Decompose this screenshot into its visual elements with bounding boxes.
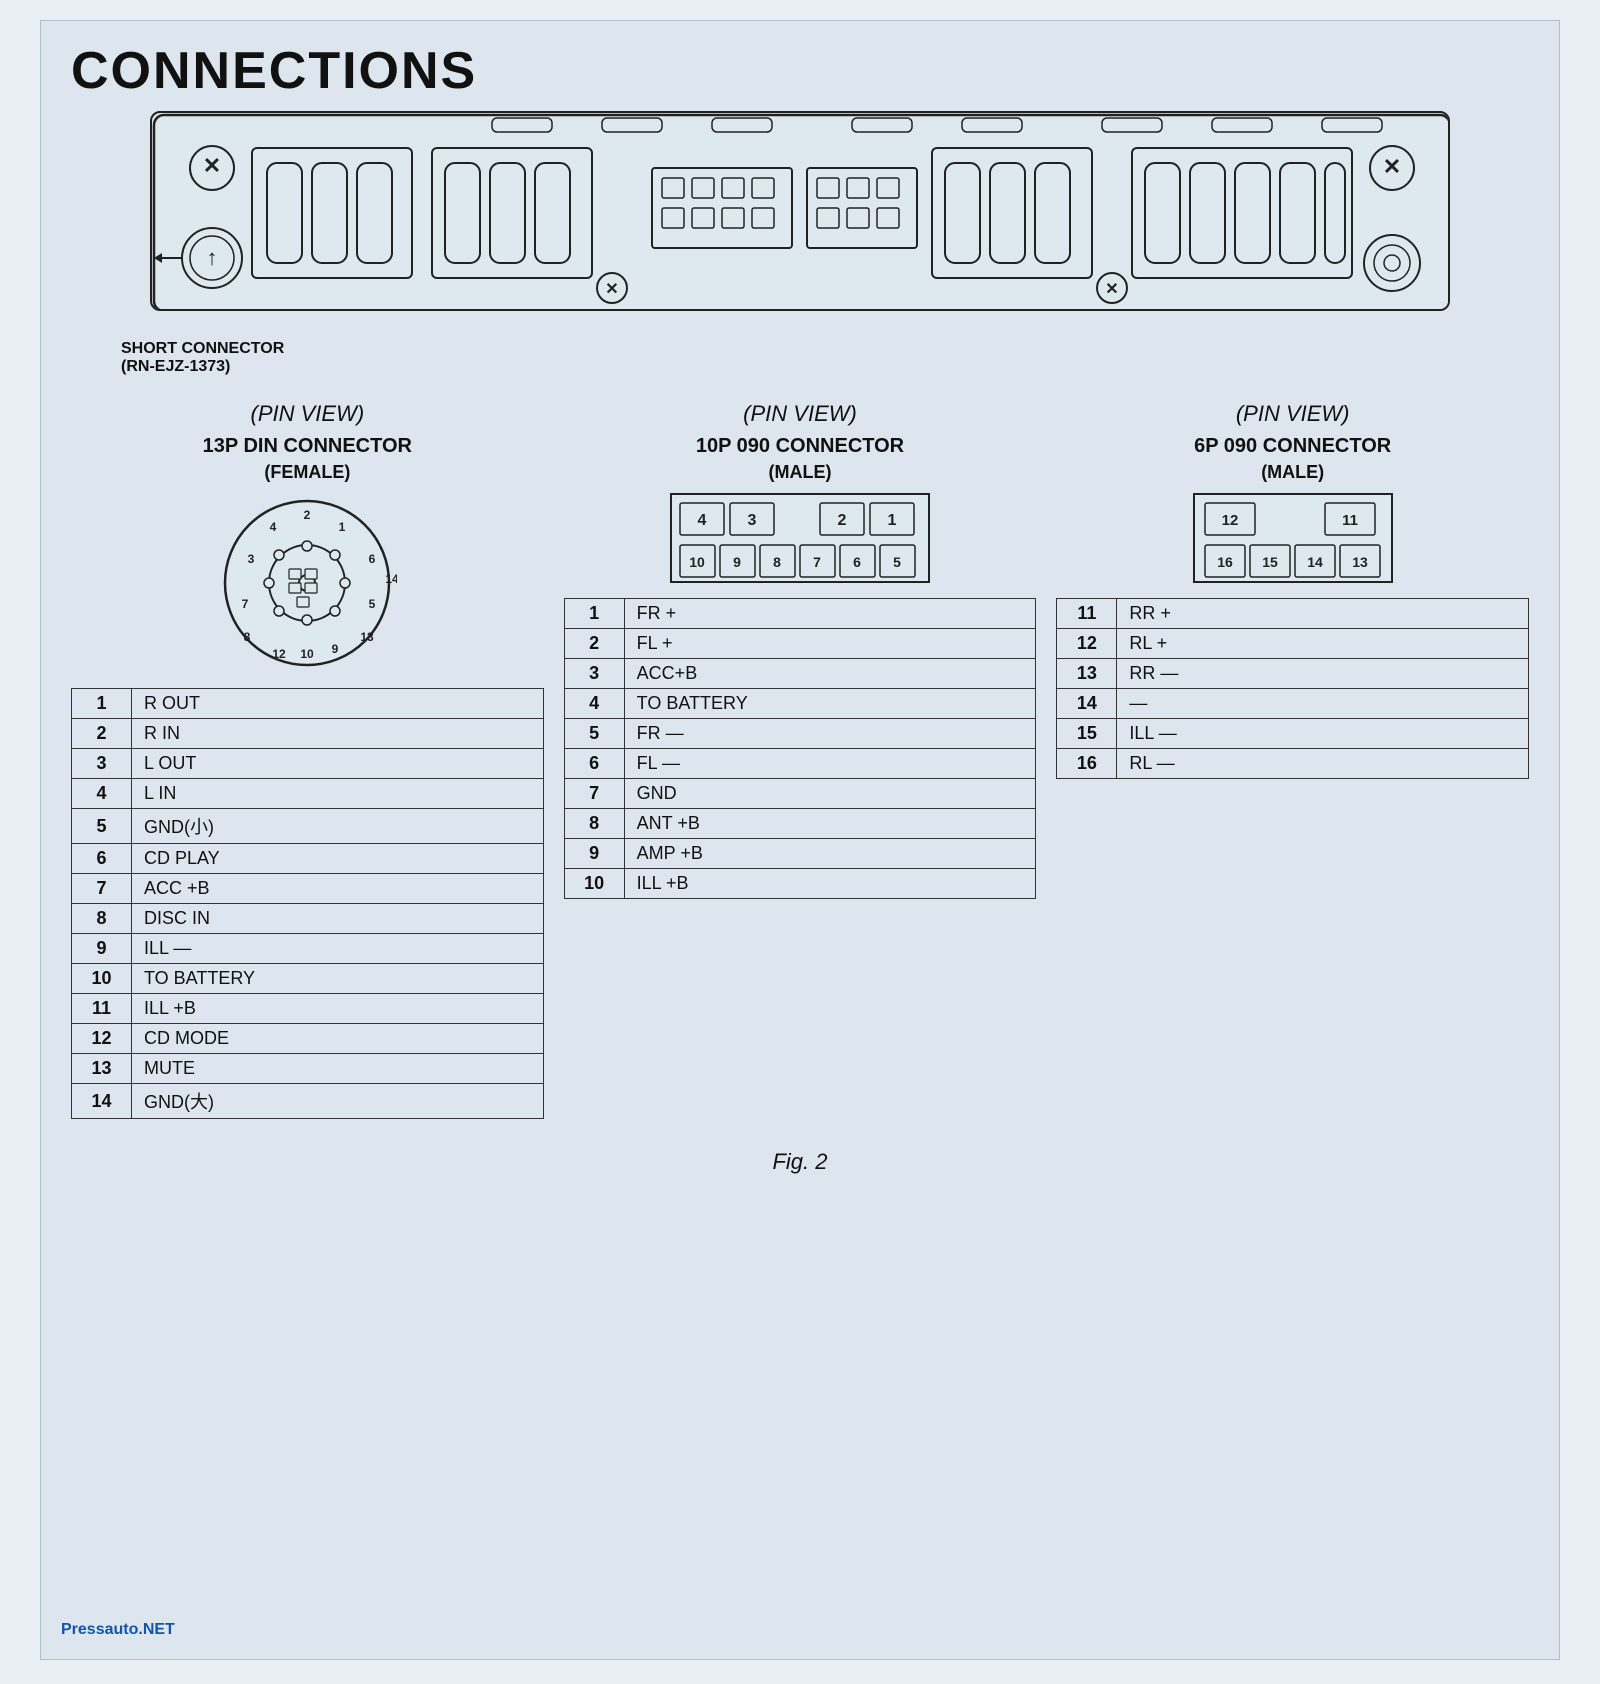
svg-text:✕: ✕ — [605, 281, 618, 298]
table-row: 13RR — — [1057, 659, 1529, 689]
connector-subtitle-10p: (MALE) — [769, 462, 832, 483]
table-row: 14GND(大) — [72, 1084, 544, 1119]
connector-title-10p: 10P 090 CONNECTOR — [696, 435, 904, 458]
table-row: 1FR + — [564, 599, 1036, 629]
table-row: 10ILL +B — [564, 869, 1036, 899]
svg-text:8: 8 — [773, 554, 781, 570]
table-13p: 1R OUT2R IN3L OUT4L IN5GND(小)6CD PLAY7AC… — [71, 688, 544, 1119]
table-row: 3ACC+B — [564, 659, 1036, 689]
svg-text:8: 8 — [244, 630, 251, 644]
table-row: 4TO BATTERY — [564, 689, 1036, 719]
svg-text:4: 4 — [270, 520, 277, 534]
table-row: 4L IN — [72, 779, 544, 809]
table-row: 11RR + — [1057, 599, 1529, 629]
table-row: 5GND(小) — [72, 809, 544, 844]
table-row: 8ANT +B — [564, 809, 1036, 839]
svg-text:3: 3 — [748, 512, 757, 529]
pin-view-block-13p: (PIN VIEW) 13P DIN CONNECTOR (FEMALE) — [71, 401, 544, 1119]
table-row: 12CD MODE — [72, 1024, 544, 1054]
table-row: 13MUTE — [72, 1054, 544, 1084]
svg-text:6: 6 — [369, 552, 376, 566]
table-row: 8DISC IN — [72, 904, 544, 934]
pin-view-label-6p: (PIN VIEW) — [1236, 401, 1350, 427]
svg-text:6: 6 — [853, 554, 861, 570]
table-row: 7ACC +B — [72, 874, 544, 904]
short-connector-label: SHORT CONNECTOR (RN-EJZ-1373) — [121, 340, 284, 376]
svg-text:16: 16 — [1217, 554, 1233, 570]
svg-text:4: 4 — [698, 512, 707, 529]
svg-text:15: 15 — [1262, 554, 1278, 570]
svg-text:✕: ✕ — [203, 153, 221, 178]
table-row: 14— — [1057, 689, 1529, 719]
svg-text:9: 9 — [332, 642, 339, 656]
connector-diagram-13p: 13P DIN CONNECTOR (FEMALE) — [71, 435, 544, 1119]
connector-title-6p: 6P 090 CONNECTOR — [1194, 435, 1391, 458]
table-10p: 1FR +2FL +3ACC+B4TO BATTERY5FR —6FL —7GN… — [564, 598, 1037, 899]
svg-text:9: 9 — [733, 554, 741, 570]
watermark: Pressauto.NET — [61, 1621, 175, 1639]
table-row: 3L OUT — [72, 749, 544, 779]
table-row: 12RL + — [1057, 629, 1529, 659]
pin-views-section: (PIN VIEW) 13P DIN CONNECTOR (FEMALE) — [71, 401, 1529, 1119]
table-6p: 11RR +12RL +13RR —14—15ILL —16RL — — [1056, 598, 1529, 779]
svg-text:↑: ↑ — [207, 245, 218, 270]
svg-text:10: 10 — [301, 647, 315, 661]
table-row: 2R IN — [72, 719, 544, 749]
pin-view-label-10p: (PIN VIEW) — [743, 401, 857, 427]
table-row: 7GND — [564, 779, 1036, 809]
connector-title-13p: 13P DIN CONNECTOR — [203, 435, 412, 458]
table-row: 10TO BATTERY — [72, 964, 544, 994]
page: CONNECTIONS ✕ ↑ — [40, 20, 1560, 1660]
pin-diagram-6p: 12 11 16 15 14 13 — [1193, 493, 1393, 583]
svg-text:7: 7 — [813, 554, 821, 570]
svg-text:3: 3 — [248, 552, 255, 566]
svg-text:5: 5 — [893, 554, 901, 570]
table-row: 9ILL — — [72, 934, 544, 964]
svg-text:14: 14 — [386, 572, 398, 586]
svg-text:1: 1 — [339, 520, 346, 534]
pin-view-label-13p: (PIN VIEW) — [251, 401, 365, 427]
table-row: 6FL — — [564, 749, 1036, 779]
svg-text:12: 12 — [273, 647, 287, 661]
svg-text:✕: ✕ — [1105, 281, 1118, 298]
svg-text:2: 2 — [304, 508, 311, 522]
svg-text:5: 5 — [369, 597, 376, 611]
pin-diagram-10p: 4 3 2 1 10 9 8 7 — [670, 493, 930, 583]
table-row: 2FL + — [564, 629, 1036, 659]
table-row: 9AMP +B — [564, 839, 1036, 869]
table-row: 5FR — — [564, 719, 1036, 749]
svg-text:13: 13 — [361, 630, 375, 644]
connector-diagram-6p: 6P 090 CONNECTOR (MALE) 12 11 16 15 14 — [1056, 435, 1529, 779]
svg-text:7: 7 — [242, 597, 249, 611]
svg-text:14: 14 — [1307, 554, 1323, 570]
table-row: 1R OUT — [72, 689, 544, 719]
svg-text:12: 12 — [1221, 512, 1238, 529]
fig-label: Fig. 2 — [71, 1149, 1529, 1175]
connector-diagram-10p: 10P 090 CONNECTOR (MALE) 4 3 2 1 10 — [564, 435, 1037, 899]
device-illustration: ✕ ↑ ✕ — [150, 111, 1450, 311]
svg-text:11: 11 — [1342, 512, 1358, 529]
svg-text:1: 1 — [888, 512, 897, 529]
pin-view-block-10p: (PIN VIEW) 10P 090 CONNECTOR (MALE) 4 3 … — [564, 401, 1037, 1119]
pin-circle-13p: 2 1 6 5 10 9 3 4 7 8 12 13 14 — [217, 493, 397, 673]
svg-text:2: 2 — [838, 512, 847, 529]
pin-view-block-6p: (PIN VIEW) 6P 090 CONNECTOR (MALE) 12 11… — [1056, 401, 1529, 1119]
page-title: CONNECTIONS — [71, 41, 1529, 101]
table-row: 11ILL +B — [72, 994, 544, 1024]
svg-text:13: 13 — [1352, 554, 1368, 570]
svg-text:✕: ✕ — [1383, 154, 1401, 179]
connector-subtitle-6p: (MALE) — [1261, 462, 1324, 483]
table-row: 15ILL — — [1057, 719, 1529, 749]
svg-text:10: 10 — [689, 554, 705, 570]
table-row: 6CD PLAY — [72, 844, 544, 874]
connector-subtitle-13p: (FEMALE) — [264, 462, 350, 483]
table-row: 16RL — — [1057, 749, 1529, 779]
